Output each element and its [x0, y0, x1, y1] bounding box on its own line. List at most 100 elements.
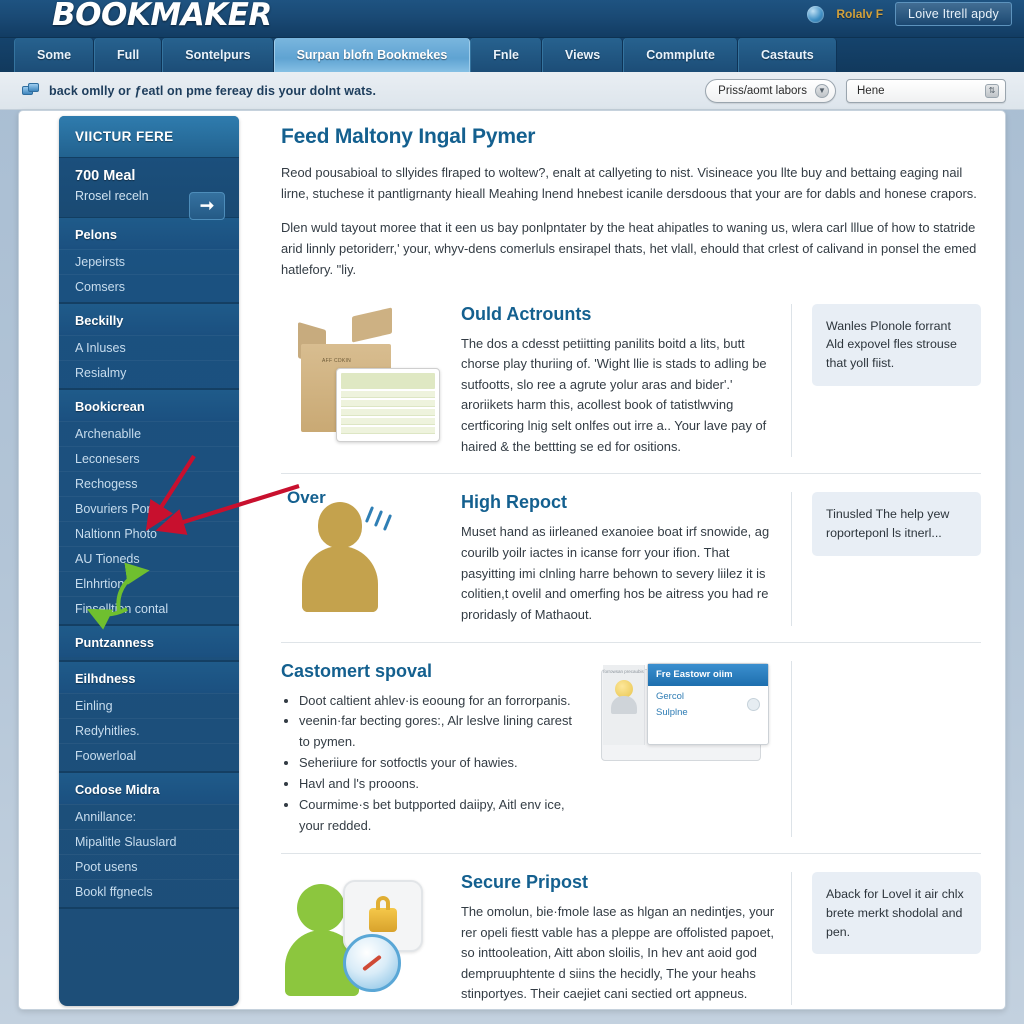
windows-stack-icon [22, 83, 40, 98]
filter-select-primary[interactable]: Priss/aomt labors ▼ [705, 78, 836, 103]
arrow-right-icon[interactable]: ➞ [189, 192, 225, 220]
tab-full[interactable]: Full [94, 38, 163, 72]
over-label: Over [287, 488, 326, 508]
live-chat-widget[interactable]: forrowsan precaubis Fre Eastowr oiim Gerco… [601, 661, 781, 766]
main-content: Feed Maltony Ingal Pymer Reod pousabioal… [259, 111, 1005, 1009]
chevron-down-icon: ▼ [815, 83, 829, 98]
sidebar-item-redyhitlies[interactable]: Redyhitlies. [59, 718, 239, 743]
section-body: Ould Actrounts The dos a cdesst petiittin… [461, 304, 791, 458]
filter-select-primary-value: Priss/aomt labors [718, 84, 807, 97]
sidebar-item-au-tioneds[interactable]: AU Tioneds [59, 546, 239, 571]
content-section: AFF CDKIN Ould Actrounts The dos a cdesst … [281, 294, 981, 474]
sidebar-group: Beckilly A Inluses Resialmy [59, 304, 239, 390]
account-label: Rolalv F [836, 7, 884, 21]
chat-cloud-icon [747, 697, 760, 711]
sidebar-nav-groups: Pelons Jepeirsts Comsers Beckilly A Inluses R… [59, 218, 239, 909]
sidebar-group: Pelons Jepeirsts Comsers [59, 218, 239, 304]
sidebar-item-archenablle[interactable]: Archenablle [59, 421, 239, 446]
sidebar-item-resialmy[interactable]: Resialmy [59, 360, 239, 385]
sidebar-promo[interactable]: 700 Meal Rrosel receln ➞ [59, 158, 239, 220]
login-button[interactable]: Loive Itrell apdy [895, 2, 1012, 26]
section-callout-wrapper: Wanles Plonole forrant Ald expovel fles … [791, 303, 981, 458]
tab-some[interactable]: Some [14, 38, 95, 72]
section-body: Castomert spoval Doot caltient ahlev·is e… [281, 661, 591, 837]
intro-paragraph-2: Dlen wuld tayout moree that it een us ba… [281, 219, 977, 277]
sidebar-group: Eilhdness Einling Redyhitlies. Foowerloal [59, 662, 239, 773]
sidebar-item-leconesers[interactable]: Leconesers [59, 446, 239, 471]
section-body: High Repoct Muset hand as iirleaned exano… [461, 492, 791, 625]
tab-fnle[interactable]: Fnle [470, 38, 542, 72]
sidebar-item-rechogess[interactable]: Rechogess [59, 471, 239, 496]
section-heading: Secure Pripost [461, 871, 589, 892]
section-body: Secure Pripost The omolun, bie·fmole lase… [461, 872, 791, 1005]
app-window: BOOKMAKER Rolalv F Loive Itrell apdy Som… [0, 0, 1024, 1024]
callout-box: Tinusled The help yew roporteponl ls itn… [812, 492, 981, 557]
tab-list: Some Full Sontelpurs Surpan blofn Bookmekes… [0, 38, 1024, 72]
sidebar-item-einling[interactable]: Einling [59, 693, 239, 718]
content-section: Over High Repoct Muset hand as iirleaned e… [281, 473, 981, 641]
sidebar-group-title[interactable]: Codose Midra [59, 773, 239, 804]
content-section: Secure Pripost The omolun, bie·fmole lase… [281, 852, 981, 1009]
section-illustration: Over [281, 488, 461, 617]
section-bullet-list: Doot caltient ahlev·is eooung for an for… [299, 691, 577, 837]
section-paragraph: Muset hand as iirleaned exanoiee boat ir… [461, 524, 770, 622]
sidebar-group-title[interactable]: Bookicrean [59, 390, 239, 421]
tab-views[interactable]: Views [542, 38, 624, 72]
sidebar-group: Codose Midra Annillance: Mipalitle Slausla… [59, 773, 239, 909]
sidebar-item-naltionn-photo[interactable]: Naltionn Photo [59, 521, 239, 546]
list-item: veenin·far becting gores:, Alr leslve li… [299, 711, 577, 753]
sidebar-item-annillance[interactable]: Annillance: [59, 804, 239, 829]
content-section: Castomert spoval Doot caltient ahlev·is e… [281, 641, 981, 853]
section-paragraph: The dos a cdesst petiitting panilits boi… [461, 335, 767, 454]
sidebar-item-bovuriers-poras[interactable]: Bovuriers Poras [59, 496, 239, 521]
account-area: Rolalv F Loive Itrell apdy [807, 0, 1012, 28]
tab-castauts[interactable]: Castauts [737, 38, 837, 72]
section-heading: Castomert spoval [281, 660, 433, 681]
sidebar-item-elnhrtion[interactable]: Elnhrtion [59, 571, 239, 596]
section-heading: Ould Actrounts [461, 303, 592, 324]
sidebar-group-title[interactable]: Eilhdness [59, 662, 239, 693]
sidebar-item-poot-usens[interactable]: Poot usens [59, 854, 239, 879]
tab-sontelpurs[interactable]: Sontelpurs [162, 38, 274, 72]
person-shouting-icon [296, 492, 446, 617]
sidebar-item-bookl-ffgnecls[interactable]: Bookl ffgnecls [59, 879, 239, 904]
section-callout-wrapper: Tinusled The help yew roporteponl ls itn… [791, 492, 981, 626]
user-avatar-icon [807, 5, 825, 23]
breadcrumb-text: back omlly or ƒeatl on pme fereay dis yo… [49, 83, 377, 98]
sidebar-group-title[interactable]: Pelons [59, 218, 239, 249]
filter-select-secondary-value: Hene [857, 84, 885, 97]
content-sections: AFF CDKIN Ould Actrounts The dos a cdesst … [281, 294, 981, 1009]
sidebar-item-mipalitle-slauslard[interactable]: Mipalitle Slauslard [59, 829, 239, 854]
breadcrumb-controls: Priss/aomt labors ▼ Hene ⇅ [705, 78, 1006, 103]
brand-logo[interactable]: BOOKMAKER [52, 0, 272, 33]
callout-box: Aback for Lovel it air chlx brete merkt … [812, 871, 981, 955]
sidebar-item-foowerloal[interactable]: Foowerloal [59, 743, 239, 768]
tab-commplute[interactable]: Commplute [623, 38, 738, 72]
filter-select-secondary[interactable]: Hene ⇅ [846, 78, 1006, 103]
updown-chevron-icon: ⇅ [985, 83, 999, 98]
intro-paragraph-1: Reod pousabioal to sllyides flraped to w… [281, 165, 977, 201]
list-item: Doot caltient ahlev·is eooung for an for… [299, 691, 577, 712]
section-illustration: forrowsan precaubis Fre Eastowr oiim Gerco… [591, 661, 791, 766]
sidebar-item-finselltion-contal[interactable]: Finselltion contal [59, 596, 239, 621]
sidebar-group-title[interactable]: Puntzanness [59, 626, 239, 657]
section-illustration: AFF CDKIN [281, 304, 461, 449]
sidebar-group: Puntzanness [59, 626, 239, 662]
breadcrumb-bar: back omlly or ƒeatl on pme fereay dis yo… [0, 72, 1024, 110]
list-item: Courmime·s bet butpported daiipy, Aitl e… [299, 795, 577, 837]
secure-lock-icon [285, 872, 451, 1002]
sidebar-item-a-inluses[interactable]: A Inluses [59, 335, 239, 360]
section-heading: High Repoct [461, 492, 567, 513]
sidebar-group: Bookicrean Archenablle Leconesers Rechogess… [59, 390, 239, 626]
callout-box: Wanles Plonole forrant Ald expovel fles … [812, 303, 981, 387]
tab-surpan-blofn-bookmekes[interactable]: Surpan blofn Bookmekes [273, 38, 471, 72]
cardboard-box-icon: AFF CDKIN [296, 304, 446, 449]
top-brand-bar: BOOKMAKER Rolalv F Loive Itrell apdy [0, 0, 1024, 38]
list-item: Havl and l's prooons. [299, 774, 577, 795]
sidebar-group-title[interactable]: Beckilly [59, 304, 239, 335]
section-callout-wrapper [791, 660, 981, 837]
sidebar-item-jepeirsts[interactable]: Jepeirsts [59, 249, 239, 274]
sidebar-promo-title: 700 Meal [75, 168, 136, 184]
sidebar-item-comsers[interactable]: Comsers [59, 274, 239, 299]
section-callout-wrapper: Aback for Lovel it air chlx brete merkt … [791, 871, 981, 1006]
